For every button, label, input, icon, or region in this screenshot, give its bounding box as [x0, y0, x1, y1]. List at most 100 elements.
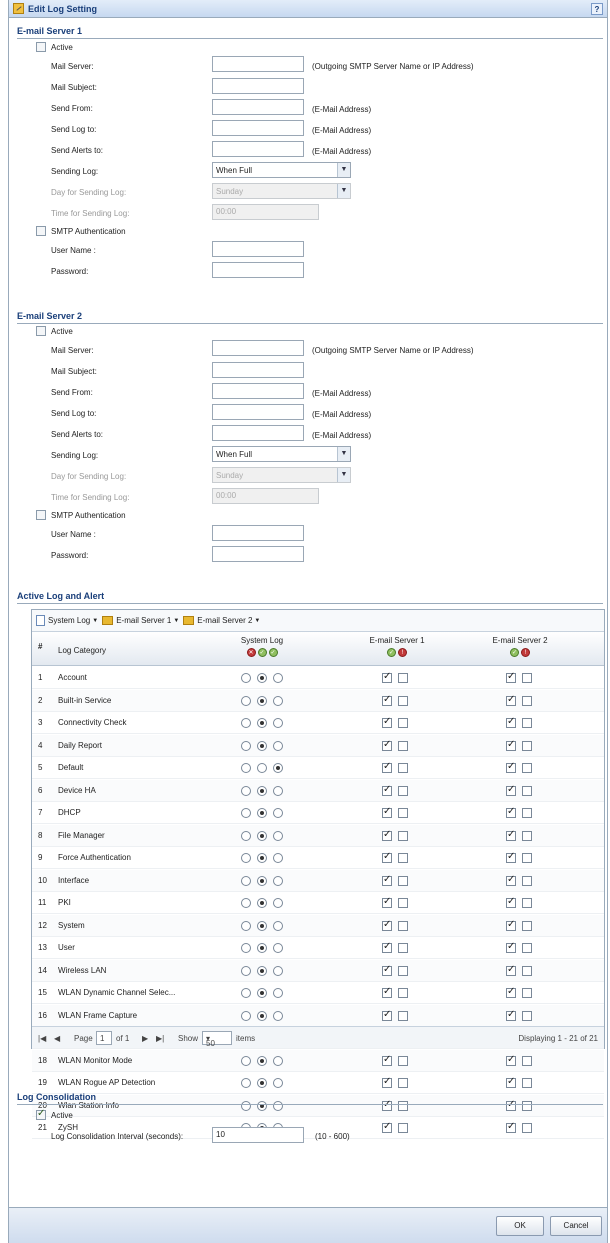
alert-icon[interactable]: ! [398, 648, 407, 658]
email1-alert-checkbox[interactable] [398, 1010, 408, 1021]
server1-user-name-input[interactable] [212, 241, 304, 257]
server1-send-from-input[interactable] [212, 99, 304, 115]
email2-alert-checkbox[interactable] [522, 808, 532, 818]
system-log-radio[interactable] [241, 808, 251, 818]
email2-alert-checkbox[interactable] [522, 1010, 532, 1021]
system-log-radio[interactable] [257, 965, 267, 976]
email1-alert-checkbox[interactable] [398, 943, 408, 953]
server1-day-select[interactable]: Sunday ▼ [212, 183, 351, 199]
system-log-radio[interactable] [273, 920, 283, 931]
server2-mail-server-input[interactable] [212, 340, 304, 356]
system-log-radio[interactable] [273, 988, 283, 998]
system-log-radio[interactable] [257, 718, 267, 728]
email2-log-checkbox[interactable] [506, 761, 516, 773]
system-log-radio[interactable] [273, 830, 283, 841]
system-log-radio[interactable] [273, 1078, 283, 1088]
email2-log-checkbox[interactable] [506, 806, 516, 818]
email1-log-checkbox[interactable] [382, 941, 392, 953]
system-log-radio[interactable] [241, 988, 251, 998]
email1-log-checkbox[interactable] [382, 1009, 392, 1021]
email1-log-checkbox[interactable] [382, 694, 392, 706]
email1-alert-checkbox[interactable] [398, 673, 408, 683]
email1-log-checkbox[interactable] [382, 919, 392, 931]
server1-mail-server-input[interactable] [212, 56, 304, 72]
email2-log-checkbox[interactable] [506, 896, 516, 908]
email2-log-checkbox[interactable] [506, 941, 516, 953]
system-log-radio[interactable] [257, 673, 267, 683]
email1-log-checkbox[interactable] [382, 964, 392, 976]
email1-alert-checkbox[interactable] [398, 875, 408, 886]
email1-alert-checkbox[interactable] [398, 898, 408, 908]
first-page-icon[interactable]: |◀ [38, 1034, 46, 1043]
server2-password-input[interactable] [212, 546, 304, 562]
email1-log-checkbox[interactable] [382, 896, 392, 908]
server1-sending-log-select[interactable]: When Full ▼ [212, 162, 351, 178]
email1-log-checkbox[interactable] [382, 851, 392, 863]
server2-smtp-auth-checkbox[interactable] [36, 510, 46, 520]
server1-send-log-input[interactable] [212, 120, 304, 136]
email2-alert-checkbox[interactable] [522, 965, 532, 976]
email2-log-checkbox[interactable] [506, 986, 516, 998]
email2-alert-checkbox[interactable] [522, 785, 532, 796]
email1-log-checkbox[interactable] [382, 716, 392, 728]
system-log-radio[interactable] [257, 695, 267, 706]
email2-alert-checkbox[interactable] [522, 875, 532, 886]
server1-mail-subject-input[interactable] [212, 78, 304, 94]
server1-password-input[interactable] [212, 262, 304, 278]
email1-alert-checkbox[interactable] [398, 808, 408, 818]
system-log-radio[interactable] [241, 785, 251, 796]
email2-alert-checkbox[interactable] [522, 740, 532, 751]
system-log-radio[interactable] [241, 898, 251, 908]
email1-log-checkbox[interactable] [382, 761, 392, 773]
email1-alert-checkbox[interactable] [398, 1123, 408, 1133]
system-log-radio[interactable] [241, 1055, 251, 1066]
server2-day-select[interactable]: Sunday ▼ [212, 467, 351, 483]
email1-alert-checkbox[interactable] [398, 920, 408, 931]
system-log-radio[interactable] [257, 898, 267, 908]
email1-log-checkbox[interactable] [382, 1076, 392, 1088]
chevron-down-icon[interactable]: ▼ [337, 468, 350, 482]
email1-alert-checkbox[interactable] [398, 740, 408, 751]
email1-alert-checkbox[interactable] [398, 1055, 408, 1066]
system-log-radio[interactable] [241, 673, 251, 683]
discard-icon[interactable]: ✕ [246, 648, 256, 658]
system-log-radio[interactable] [273, 673, 283, 683]
email2-alert-checkbox[interactable] [522, 1055, 532, 1066]
server2-send-from-input[interactable] [212, 383, 304, 399]
email1-alert-checkbox[interactable] [398, 785, 408, 796]
consolidation-active-checkbox[interactable] [36, 1108, 46, 1120]
email2-log-checkbox[interactable] [506, 964, 516, 976]
email1-log-checkbox[interactable] [382, 829, 392, 841]
normal-icon[interactable]: ✓ [257, 648, 267, 658]
email2-log-checkbox[interactable] [506, 694, 516, 706]
email1-alert-checkbox[interactable] [398, 718, 408, 728]
system-log-radio[interactable] [257, 988, 267, 998]
server2-mail-subject-input[interactable] [212, 362, 304, 378]
alert-icon[interactable]: ! [521, 648, 530, 658]
system-log-radio[interactable] [257, 943, 267, 953]
server1-smtp-auth-checkbox[interactable] [36, 226, 46, 236]
system-log-radio[interactable] [257, 785, 267, 796]
email1-menu[interactable]: E-mail Server 1 ▼ [102, 616, 179, 625]
system-log-radio[interactable] [257, 1078, 267, 1088]
system-log-radio[interactable] [241, 695, 251, 706]
email1-log-checkbox[interactable] [382, 671, 392, 683]
email1-log-checkbox[interactable] [382, 784, 392, 796]
system-log-radio[interactable] [257, 763, 267, 773]
server2-send-alerts-input[interactable] [212, 425, 304, 441]
system-log-radio[interactable] [273, 943, 283, 953]
email2-alert-checkbox[interactable] [522, 763, 532, 773]
chevron-down-icon[interactable]: ▼ [337, 184, 350, 198]
consolidation-interval-input[interactable]: 10 [212, 1127, 304, 1143]
email1-alert-checkbox[interactable] [398, 1078, 408, 1088]
email1-log-checkbox[interactable] [382, 739, 392, 751]
system-log-radio[interactable] [257, 920, 267, 931]
system-log-radio[interactable] [241, 740, 251, 751]
email1-alert-checkbox[interactable] [398, 988, 408, 998]
system-log-radio[interactable] [241, 965, 251, 976]
system-log-radio[interactable] [257, 1010, 267, 1021]
chevron-down-icon[interactable]: ▼ [337, 447, 350, 461]
system-log-radio[interactable] [273, 785, 283, 796]
email2-alert-checkbox[interactable] [522, 853, 532, 863]
show-select[interactable]: 50 ▾ [202, 1031, 232, 1048]
